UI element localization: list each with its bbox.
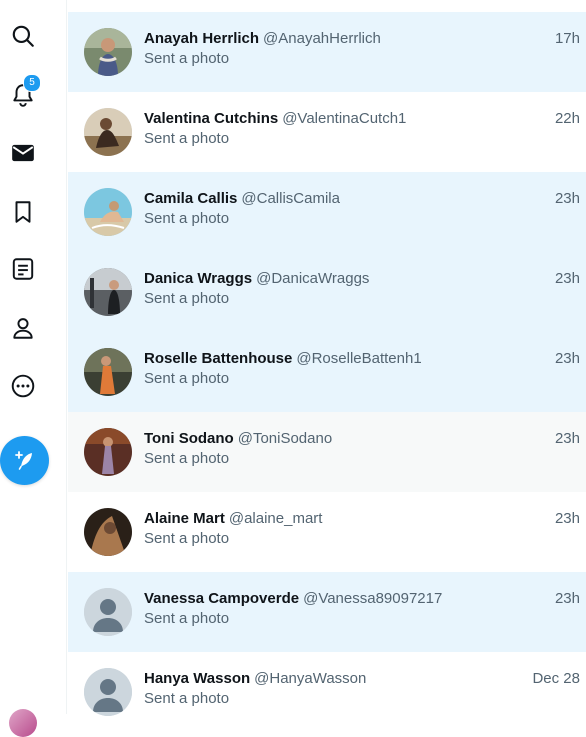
contact-name: Toni Sodano [144, 430, 234, 447]
message-preview: Sent a photo [144, 450, 230, 467]
person-icon[interactable] [9, 314, 37, 342]
timestamp: 23h [554, 510, 580, 527]
message-preview: Sent a photo [144, 530, 230, 547]
conversation-header: Hanya Wasson @HanyaWasson [144, 669, 506, 689]
message-preview: Sent a photo [144, 690, 230, 707]
message-preview: Sent a photo [144, 130, 230, 147]
timestamp: 23h [554, 270, 580, 287]
conversation-row[interactable]: Danica Wraggs @DanicaWraggs 23h Sent a phot… [68, 252, 586, 332]
conversation-header: Alaine Mart @alaine_mart [144, 509, 506, 529]
message-preview: Sent a photo [144, 610, 230, 627]
contact-handle: @CallisCamila [241, 190, 340, 207]
contact-handle: @RoselleBattenh1 [296, 350, 422, 367]
timestamp: 23h [554, 590, 580, 607]
message-preview: Sent a photo [144, 210, 230, 227]
contact-handle: @ToniSodano [237, 430, 333, 447]
bell-icon[interactable]: 5 [9, 74, 41, 109]
conversation-list: Anayah Herrlich @AnayahHerrlich 17h Sent a … [68, 12, 586, 732]
timestamp: 22h [554, 110, 580, 127]
contact-name: Anayah Herrlich [144, 30, 260, 47]
compose-tweet-icon [13, 449, 37, 473]
conversation-row[interactable]: Valentina Cutchins @ValentinaCutch1 22h Sen… [68, 92, 586, 172]
contact-handle: @AnayahHerrlich [263, 30, 381, 47]
message-preview: Sent a photo [144, 290, 230, 307]
envelope-icon[interactable] [9, 139, 37, 167]
conversation-row[interactable]: Hanya Wasson @HanyaWasson Dec 28 Sent a pho… [68, 652, 586, 732]
search-icon[interactable] [9, 22, 37, 50]
conversation-row[interactable]: Alaine Mart @alaine_mart 23h Sent a photo [68, 492, 586, 572]
contact-handle: @alaine_mart [228, 510, 323, 527]
avatar[interactable] [84, 428, 132, 476]
conversation-header: Camila Callis @CallisCamila [144, 189, 506, 209]
conversation-header: Anayah Herrlich @AnayahHerrlich [144, 29, 506, 49]
message-preview: Sent a photo [144, 50, 230, 67]
contact-name: Camila Callis [144, 190, 238, 207]
conversation-row[interactable]: Vanessa Campoverde @Vanessa89097217 23h Sen… [68, 572, 586, 652]
timestamp: 23h [554, 190, 580, 207]
conversation-header: Danica Wraggs @DanicaWraggs [144, 269, 506, 289]
more-icon[interactable] [9, 372, 37, 400]
contact-handle: @ValentinaCutch1 [282, 110, 407, 127]
conversation-header: Roselle Battenhouse @RoselleBattenh1 [144, 349, 506, 369]
contact-name: Hanya Wasson [144, 670, 251, 687]
avatar[interactable] [84, 588, 132, 636]
message-preview: Sent a photo [144, 370, 230, 387]
contact-name: Vanessa Campoverde [144, 590, 300, 607]
contact-handle: @HanyaWasson [254, 670, 367, 687]
contact-name: Alaine Mart [144, 510, 225, 527]
conversation-header: Valentina Cutchins @ValentinaCutch1 [144, 109, 506, 129]
conversation-row[interactable]: Anayah Herrlich @AnayahHerrlich 17h Sent a … [68, 12, 586, 92]
contact-name: Valentina Cutchins [144, 110, 279, 127]
timestamp: Dec 28 [532, 670, 580, 687]
contact-handle: @DanicaWraggs [256, 270, 370, 287]
contact-name: Danica Wraggs [144, 270, 253, 287]
account-avatar[interactable] [9, 709, 37, 737]
avatar[interactable] [84, 668, 132, 716]
conversation-header: Toni Sodano @ToniSodano [144, 429, 506, 449]
avatar[interactable] [84, 188, 132, 236]
sidebar-nav: 5 [0, 0, 67, 737]
notification-badge: 5 [23, 74, 41, 92]
bookmark-icon[interactable] [9, 198, 37, 226]
timestamp: 23h [554, 350, 580, 367]
conversation-row[interactable]: Camila Callis @CallisCamila 23h Sent a phot… [68, 172, 586, 252]
contact-name: Roselle Battenhouse [144, 350, 293, 367]
timestamp: 23h [554, 430, 580, 447]
avatar[interactable] [84, 348, 132, 396]
conversation-header: Vanessa Campoverde @Vanessa89097217 [144, 589, 506, 609]
compose-tweet-button[interactable] [0, 436, 49, 485]
list-icon[interactable] [9, 255, 37, 283]
contact-handle: @Vanessa89097217 [303, 590, 443, 607]
conversation-row[interactable]: Roselle Battenhouse @RoselleBattenh1 23h Se… [68, 332, 586, 412]
avatar[interactable] [84, 28, 132, 76]
conversation-row[interactable]: Toni Sodano @ToniSodano 23h Sent a photo [68, 412, 586, 492]
avatar[interactable] [84, 508, 132, 556]
avatar[interactable] [84, 268, 132, 316]
timestamp: 17h [554, 30, 580, 47]
avatar[interactable] [84, 108, 132, 156]
